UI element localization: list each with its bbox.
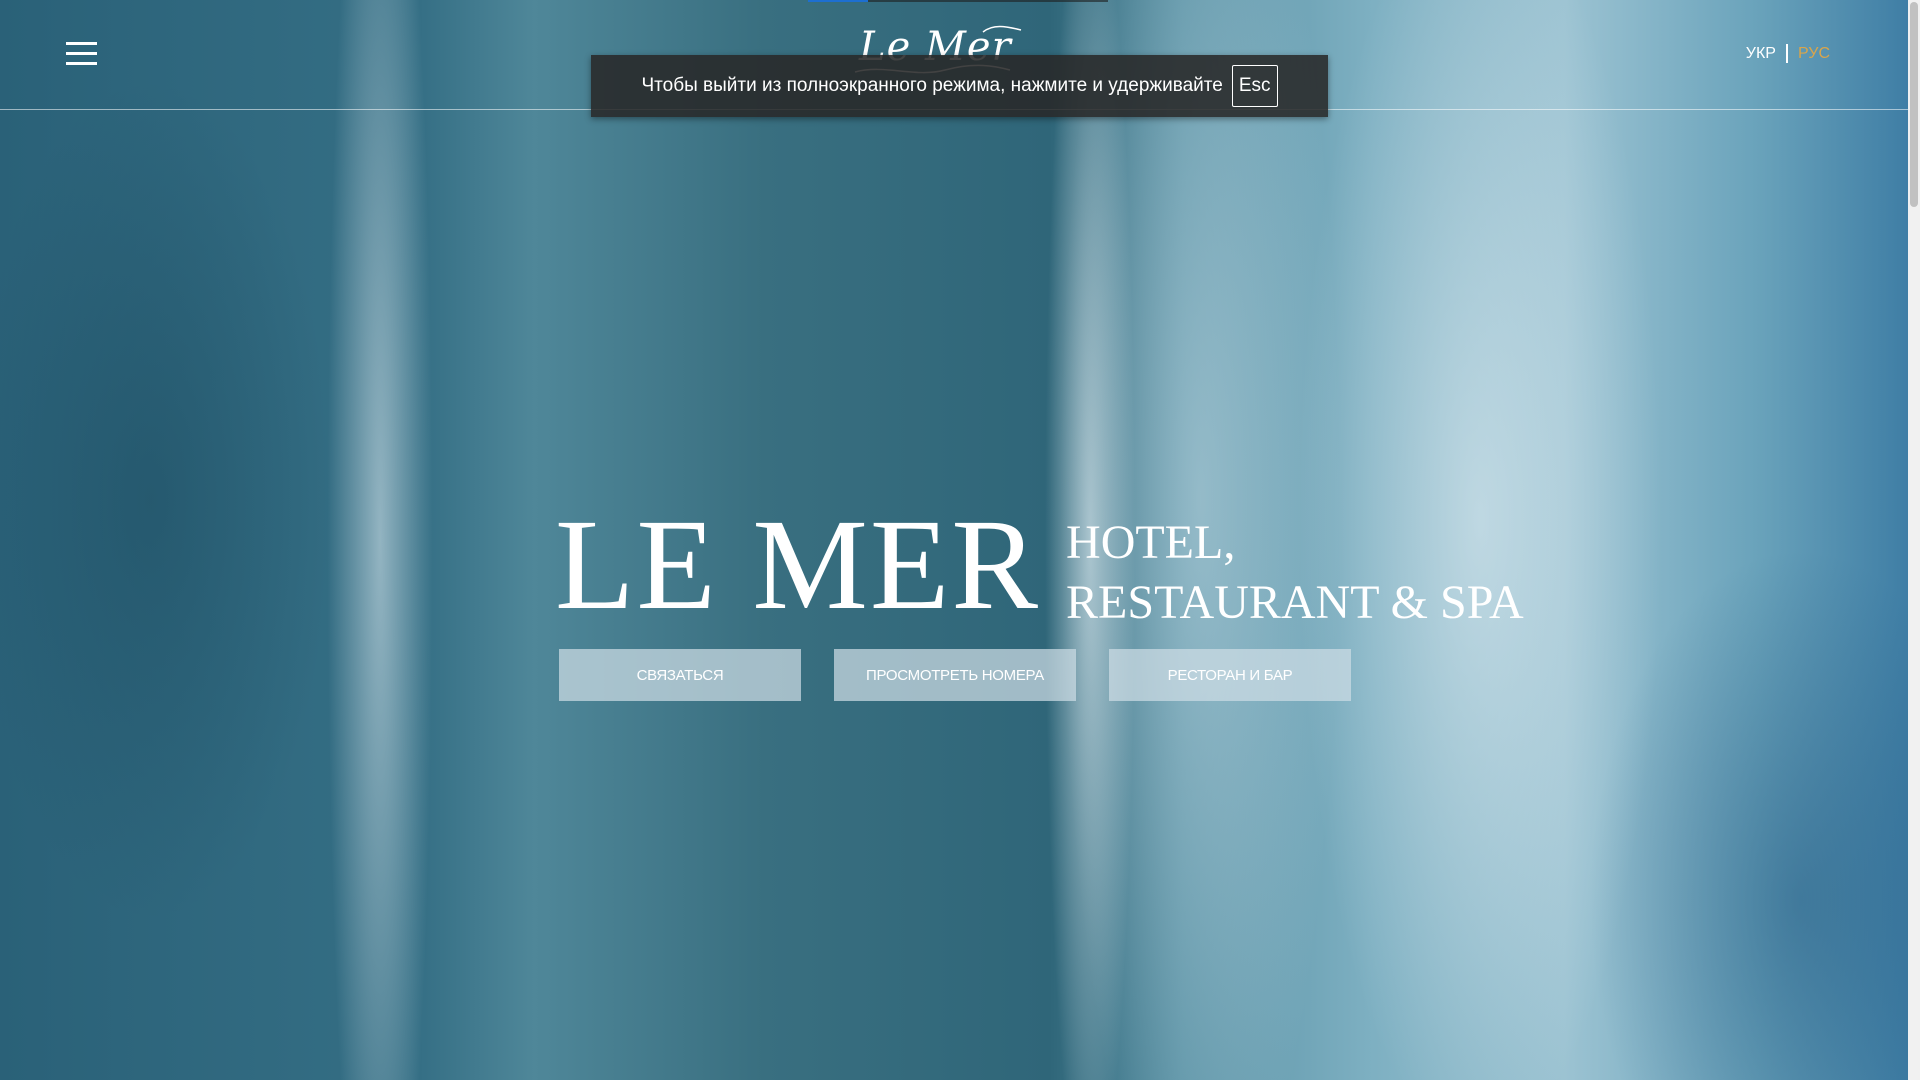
language-ukr-link[interactable]: УКР xyxy=(1746,45,1776,63)
menu-bar xyxy=(66,62,97,65)
menu-bar xyxy=(66,52,97,55)
language-rus-link[interactable]: РУС xyxy=(1798,45,1830,63)
hamburger-menu-icon[interactable] xyxy=(66,40,98,68)
tagline-line-2: RESTAURANT & SPA xyxy=(1066,576,1524,629)
fullscreen-exit-notice: Чтобы выйти из полноэкранного режима, на… xyxy=(591,55,1328,117)
hero-buttons: СВЯЗАТЬСЯ ПРОСМОТРЕТЬ НОМЕРА РЕСТОРАН И … xyxy=(559,649,1351,701)
vertical-scrollbar[interactable] xyxy=(1908,0,1920,1080)
hero-brand-name: LE MER xyxy=(555,493,1041,637)
language-switcher: УКР РУС xyxy=(1746,44,1830,63)
view-rooms-button[interactable]: ПРОСМОТРЕТЬ НОМЕРА xyxy=(834,649,1076,701)
contact-button[interactable]: СВЯЗАТЬСЯ xyxy=(559,649,801,701)
hero-tagline: HOTEL, RESTAURANT & SPA xyxy=(1066,513,1524,633)
esc-key-badge: Esc xyxy=(1231,65,1278,107)
page: Le Mer УКР РУС Чтобы выйти из полноэкран… xyxy=(0,0,1920,1080)
scrollbar-thumb[interactable] xyxy=(1910,2,1918,207)
menu-bar xyxy=(66,42,97,45)
restaurant-bar-button[interactable]: РЕСТОРАН И БАР xyxy=(1109,649,1351,701)
tagline-line-1: HOTEL, xyxy=(1066,516,1236,569)
fullscreen-notice-text: Чтобы выйти из полноэкранного режима, на… xyxy=(641,75,1223,96)
language-divider xyxy=(1785,44,1788,63)
hero-title: LE MER HOTEL, RESTAURANT & SPA xyxy=(555,493,1524,637)
